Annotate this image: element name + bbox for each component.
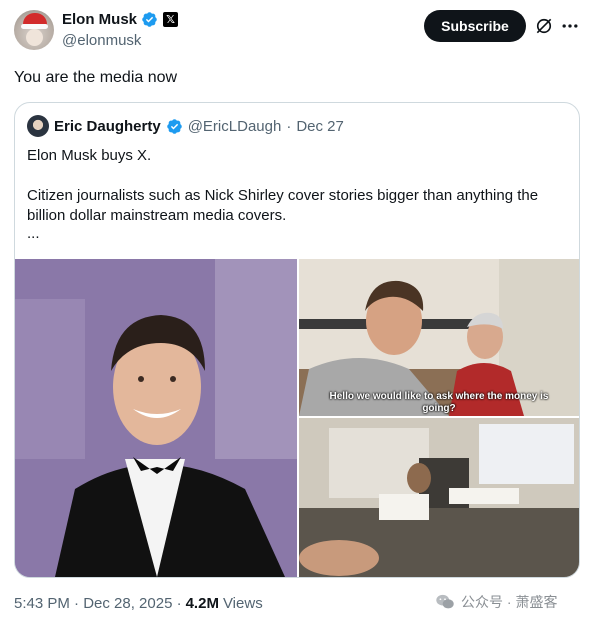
quoted-text-ellipsis: ...: [27, 225, 40, 242]
wechat-icon: [436, 594, 454, 609]
post-timestamp[interactable]: 5:43 PM · Dec 28, 2025 ·: [14, 595, 182, 612]
more-options-icon[interactable]: [560, 16, 580, 36]
author-handle[interactable]: @elonmusk: [62, 32, 141, 49]
photo-elon-musk-illustration: [15, 259, 297, 577]
verified-badge-icon: [142, 12, 157, 27]
author-name[interactable]: Elon Musk: [62, 11, 137, 28]
quoted-text-line1: Elon Musk buys X.: [27, 147, 152, 164]
x-affiliate-icon: 𝕏: [163, 12, 179, 27]
views-label: Views: [222, 595, 263, 612]
author-avatar[interactable]: [14, 10, 54, 50]
quoted-post-header: Eric Daugherty @EricLDaugh · Dec 27: [27, 115, 344, 137]
video-still-office[interactable]: [299, 418, 579, 577]
post-header: Elon Musk 𝕏 @elonmusk Subscribe: [14, 10, 584, 54]
post-text: You are the media now: [14, 69, 178, 86]
grok-icon[interactable]: [534, 16, 554, 36]
post-metadata: 5:43 PM · Dec 28, 2025 · 4.2M Views: [14, 595, 263, 612]
author-name-row: Elon Musk 𝕏: [62, 11, 179, 28]
subscribe-button[interactable]: Subscribe: [424, 10, 526, 42]
quoted-author-avatar[interactable]: [27, 115, 49, 137]
quoted-post-date[interactable]: Dec 27: [296, 118, 344, 135]
verified-badge-icon: [166, 118, 182, 134]
quoted-post[interactable]: Eric Daugherty @EricLDaugh · Dec 27 Elon…: [14, 102, 580, 578]
views-count: 4.2M: [185, 595, 219, 612]
wechat-watermark: 公众号 · 萧盛客: [434, 591, 557, 613]
watermark-text: 公众号 · 萧盛客: [461, 594, 558, 610]
media-grid: Hello we would like to ask where the mon…: [15, 259, 579, 577]
video-still-street-interview[interactable]: Hello we would like to ask where the mon…: [299, 259, 579, 416]
quoted-post-text: Elon Musk buys X. Citizen journalists su…: [27, 146, 567, 226]
quoted-author-name[interactable]: Eric Daugherty: [54, 118, 161, 135]
separator-dot: ·: [286, 117, 292, 135]
quoted-text-line2: Citizen journalists such as Nick Shirley…: [27, 187, 539, 224]
video-caption: Hello we would like to ask where the mon…: [329, 391, 549, 414]
photo-elon-musk[interactable]: [15, 259, 297, 577]
office-illustration: [299, 418, 579, 577]
quoted-author-handle[interactable]: @EricLDaugh: [188, 118, 282, 135]
